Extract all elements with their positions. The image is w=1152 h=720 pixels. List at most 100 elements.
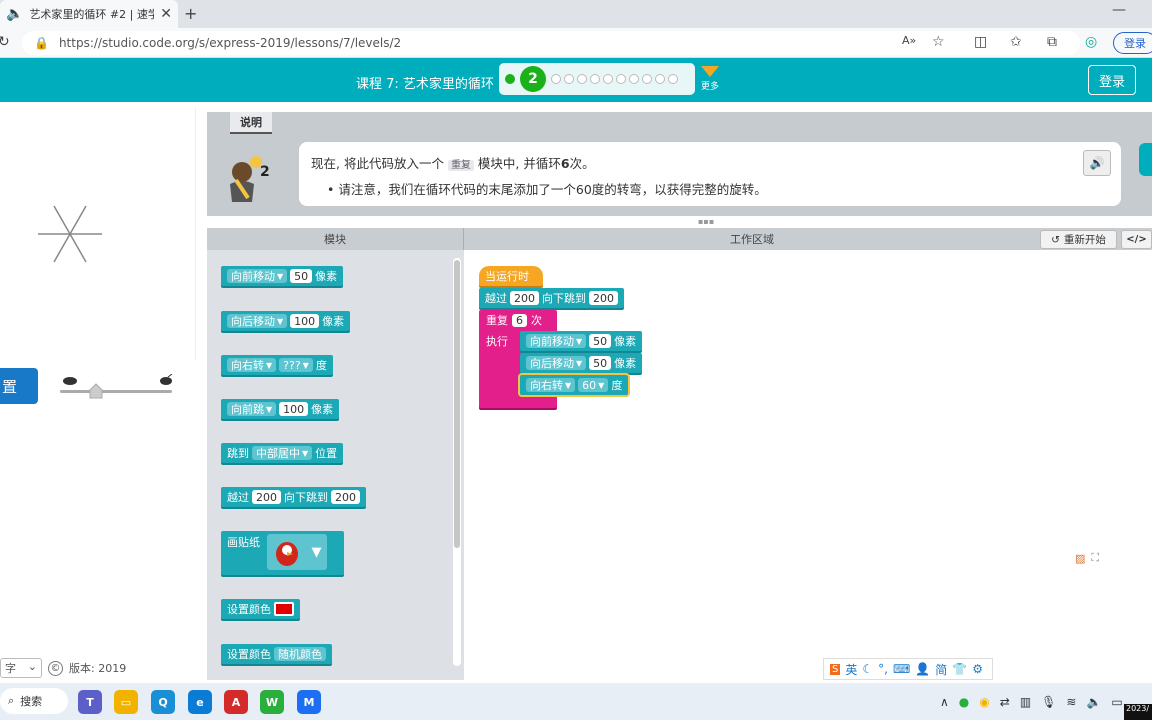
- zoom-fit-icon[interactable]: ⛶: [1091, 551, 1099, 565]
- battery-icon[interactable]: ▭: [1111, 695, 1122, 709]
- y-field[interactable]: 200: [589, 291, 618, 305]
- restart-button[interactable]: ↺ 重新开始: [1040, 230, 1117, 249]
- taskbar-search[interactable]: ⌕ 搜索: [0, 688, 68, 714]
- jump-to-xy-block[interactable]: 越过 200 向下跳到 200: [221, 487, 366, 507]
- level-dot[interactable]: [616, 74, 626, 84]
- angle-dropdown[interactable]: 60 ▼: [578, 378, 609, 392]
- split-screen-icon[interactable]: ◫: [974, 34, 987, 50]
- resize-handle[interactable]: ▪▪▪: [698, 217, 716, 226]
- x-field[interactable]: 200: [252, 490, 281, 504]
- jump-forward-block[interactable]: 向前跳 ▼ 100 像素: [221, 399, 340, 419]
- level-dot[interactable]: [505, 74, 515, 84]
- angle-dropdown[interactable]: ??? ▼: [279, 358, 313, 372]
- direction-dropdown[interactable]: 向前移动 ▼: [227, 269, 288, 283]
- show-code-button[interactable]: </>: [1121, 230, 1152, 249]
- y-field[interactable]: 200: [331, 490, 360, 504]
- level-dot[interactable]: [655, 74, 665, 84]
- moon-icon[interactable]: ☾: [862, 662, 873, 676]
- pdf-app-icon[interactable]: A: [224, 690, 248, 714]
- edge-browser-icon[interactable]: e: [188, 690, 212, 714]
- sticker-picker[interactable]: ▼: [267, 534, 327, 570]
- random-color-field[interactable]: 随机颜色: [274, 647, 326, 661]
- user-icon[interactable]: 👤: [915, 662, 930, 676]
- address-bar[interactable]: 🔒 https://studio.code.org/s/express-2019…: [22, 31, 1080, 55]
- x-field[interactable]: 200: [510, 291, 539, 305]
- value-field[interactable]: 50: [589, 334, 612, 348]
- skin-icon[interactable]: 👕: [952, 662, 967, 676]
- settings-icon[interactable]: ⚙: [972, 662, 983, 676]
- signin-button[interactable]: 登录: [1088, 65, 1136, 95]
- favorites-icon[interactable]: ✩: [1010, 34, 1022, 50]
- level-dot[interactable]: [564, 74, 574, 84]
- direction-dropdown[interactable]: 向前跳 ▼: [227, 402, 277, 416]
- set-color-block[interactable]: 设置颜色: [221, 599, 300, 619]
- minimize-icon[interactable]: —: [1112, 2, 1126, 18]
- instructions-tab[interactable]: 说明: [230, 112, 272, 134]
- level-dot[interactable]: [642, 74, 652, 84]
- side-tab-button[interactable]: [1139, 143, 1152, 176]
- sync-icon[interactable]: ⇄: [1000, 695, 1010, 709]
- value-field[interactable]: 100: [290, 314, 320, 328]
- direction-dropdown[interactable]: 向后移动 ▼: [526, 356, 587, 370]
- direction-dropdown[interactable]: 向右转 ▼: [227, 358, 277, 372]
- turn-right-block[interactable]: 向右转 ▼ ??? ▼ 度: [221, 355, 333, 375]
- value-field[interactable]: 100: [279, 402, 309, 416]
- direction-dropdown[interactable]: 向后移动 ▼: [227, 314, 288, 328]
- repeat-count-field[interactable]: 6: [512, 313, 527, 327]
- toolbox-scrollbar[interactable]: [453, 258, 461, 666]
- when-run-block[interactable]: 当运行时: [479, 266, 543, 286]
- draw-sticker-block[interactable]: 画贴纸 ▼: [221, 531, 344, 575]
- direction-dropdown[interactable]: 向前移动 ▼: [526, 334, 587, 348]
- file-explorer-icon[interactable]: ▭: [114, 690, 138, 714]
- ime-mode-toggle[interactable]: 简: [935, 661, 947, 678]
- wechat-tray-icon[interactable]: ●: [959, 695, 969, 709]
- edge-icon[interactable]: ◎: [1085, 34, 1097, 50]
- microphone-icon[interactable]: 🎙: [1041, 695, 1056, 709]
- value-field[interactable]: 50: [589, 356, 612, 370]
- program-turn-right-block[interactable]: 向右转 ▼ 60 ▼ 度: [517, 373, 631, 397]
- scrollbar-thumb[interactable]: [454, 260, 460, 548]
- level-dot[interactable]: [668, 74, 678, 84]
- level-dot[interactable]: [551, 74, 561, 84]
- punctuation-icon[interactable]: °,: [878, 662, 888, 676]
- level-dot[interactable]: [629, 74, 639, 84]
- reset-button[interactable]: 置: [0, 368, 38, 404]
- volume-icon[interactable]: 🔈: [1086, 695, 1101, 709]
- program-move-forward-block[interactable]: 向前移动 ▼ 50 像素: [520, 331, 643, 351]
- speaker-button[interactable]: 🔊: [1083, 150, 1111, 176]
- ime-lang-toggle[interactable]: 英: [845, 661, 857, 678]
- position-dropdown[interactable]: 中部居中 ▼: [252, 446, 313, 460]
- keyboard-icon[interactable]: ⌨: [893, 662, 910, 676]
- wifi-icon[interactable]: ≋: [1066, 695, 1076, 709]
- level-dot[interactable]: [577, 74, 587, 84]
- direction-dropdown[interactable]: 向右转 ▼: [526, 378, 576, 392]
- slider-thumb[interactable]: [89, 383, 103, 399]
- move-forward-block[interactable]: 向前移动 ▼ 50 像素: [221, 266, 344, 286]
- trash-icon[interactable]: ▨: [1075, 552, 1085, 565]
- level-dot[interactable]: [590, 74, 600, 84]
- close-tab-icon[interactable]: ✕: [160, 6, 172, 22]
- current-level[interactable]: 2: [520, 66, 546, 92]
- app-tray-icon[interactable]: ◉: [979, 695, 989, 709]
- search-app-icon[interactable]: Q: [151, 690, 175, 714]
- chevron-up-icon[interactable]: ∧: [940, 695, 949, 709]
- meeting-app-icon[interactable]: M: [297, 690, 321, 714]
- workspace[interactable]: [465, 250, 1152, 680]
- teams-icon[interactable]: T: [78, 690, 102, 714]
- move-backward-block[interactable]: 向后移动 ▼ 100 像素: [221, 311, 351, 331]
- jump-to-block[interactable]: 跳到 中部居中 ▼ 位置: [221, 443, 344, 463]
- program-jump-block[interactable]: 越过 200 向下跳到 200: [479, 288, 624, 308]
- favorite-add-icon[interactable]: ☆: [932, 34, 945, 50]
- chart-tray-icon[interactable]: ▥: [1020, 695, 1031, 709]
- clock[interactable]: 2023/: [1124, 704, 1152, 720]
- refresh-icon[interactable]: ↻: [0, 34, 10, 50]
- value-field[interactable]: 50: [290, 269, 313, 283]
- lesson-title[interactable]: 课程 7: 艺术家里的循环: [356, 73, 494, 92]
- read-aloud-icon[interactable]: A»: [902, 34, 916, 47]
- set-random-color-block[interactable]: 设置颜色 随机颜色: [221, 644, 332, 664]
- level-dot[interactable]: [603, 74, 613, 84]
- browser-tab[interactable]: 🔈 艺术家里的循环 #2 | 速学课 ✕: [0, 0, 178, 28]
- wechat-icon[interactable]: W: [260, 690, 284, 714]
- more-levels-button[interactable]: 更多: [699, 66, 721, 92]
- collections-icon[interactable]: ⧉: [1047, 34, 1057, 50]
